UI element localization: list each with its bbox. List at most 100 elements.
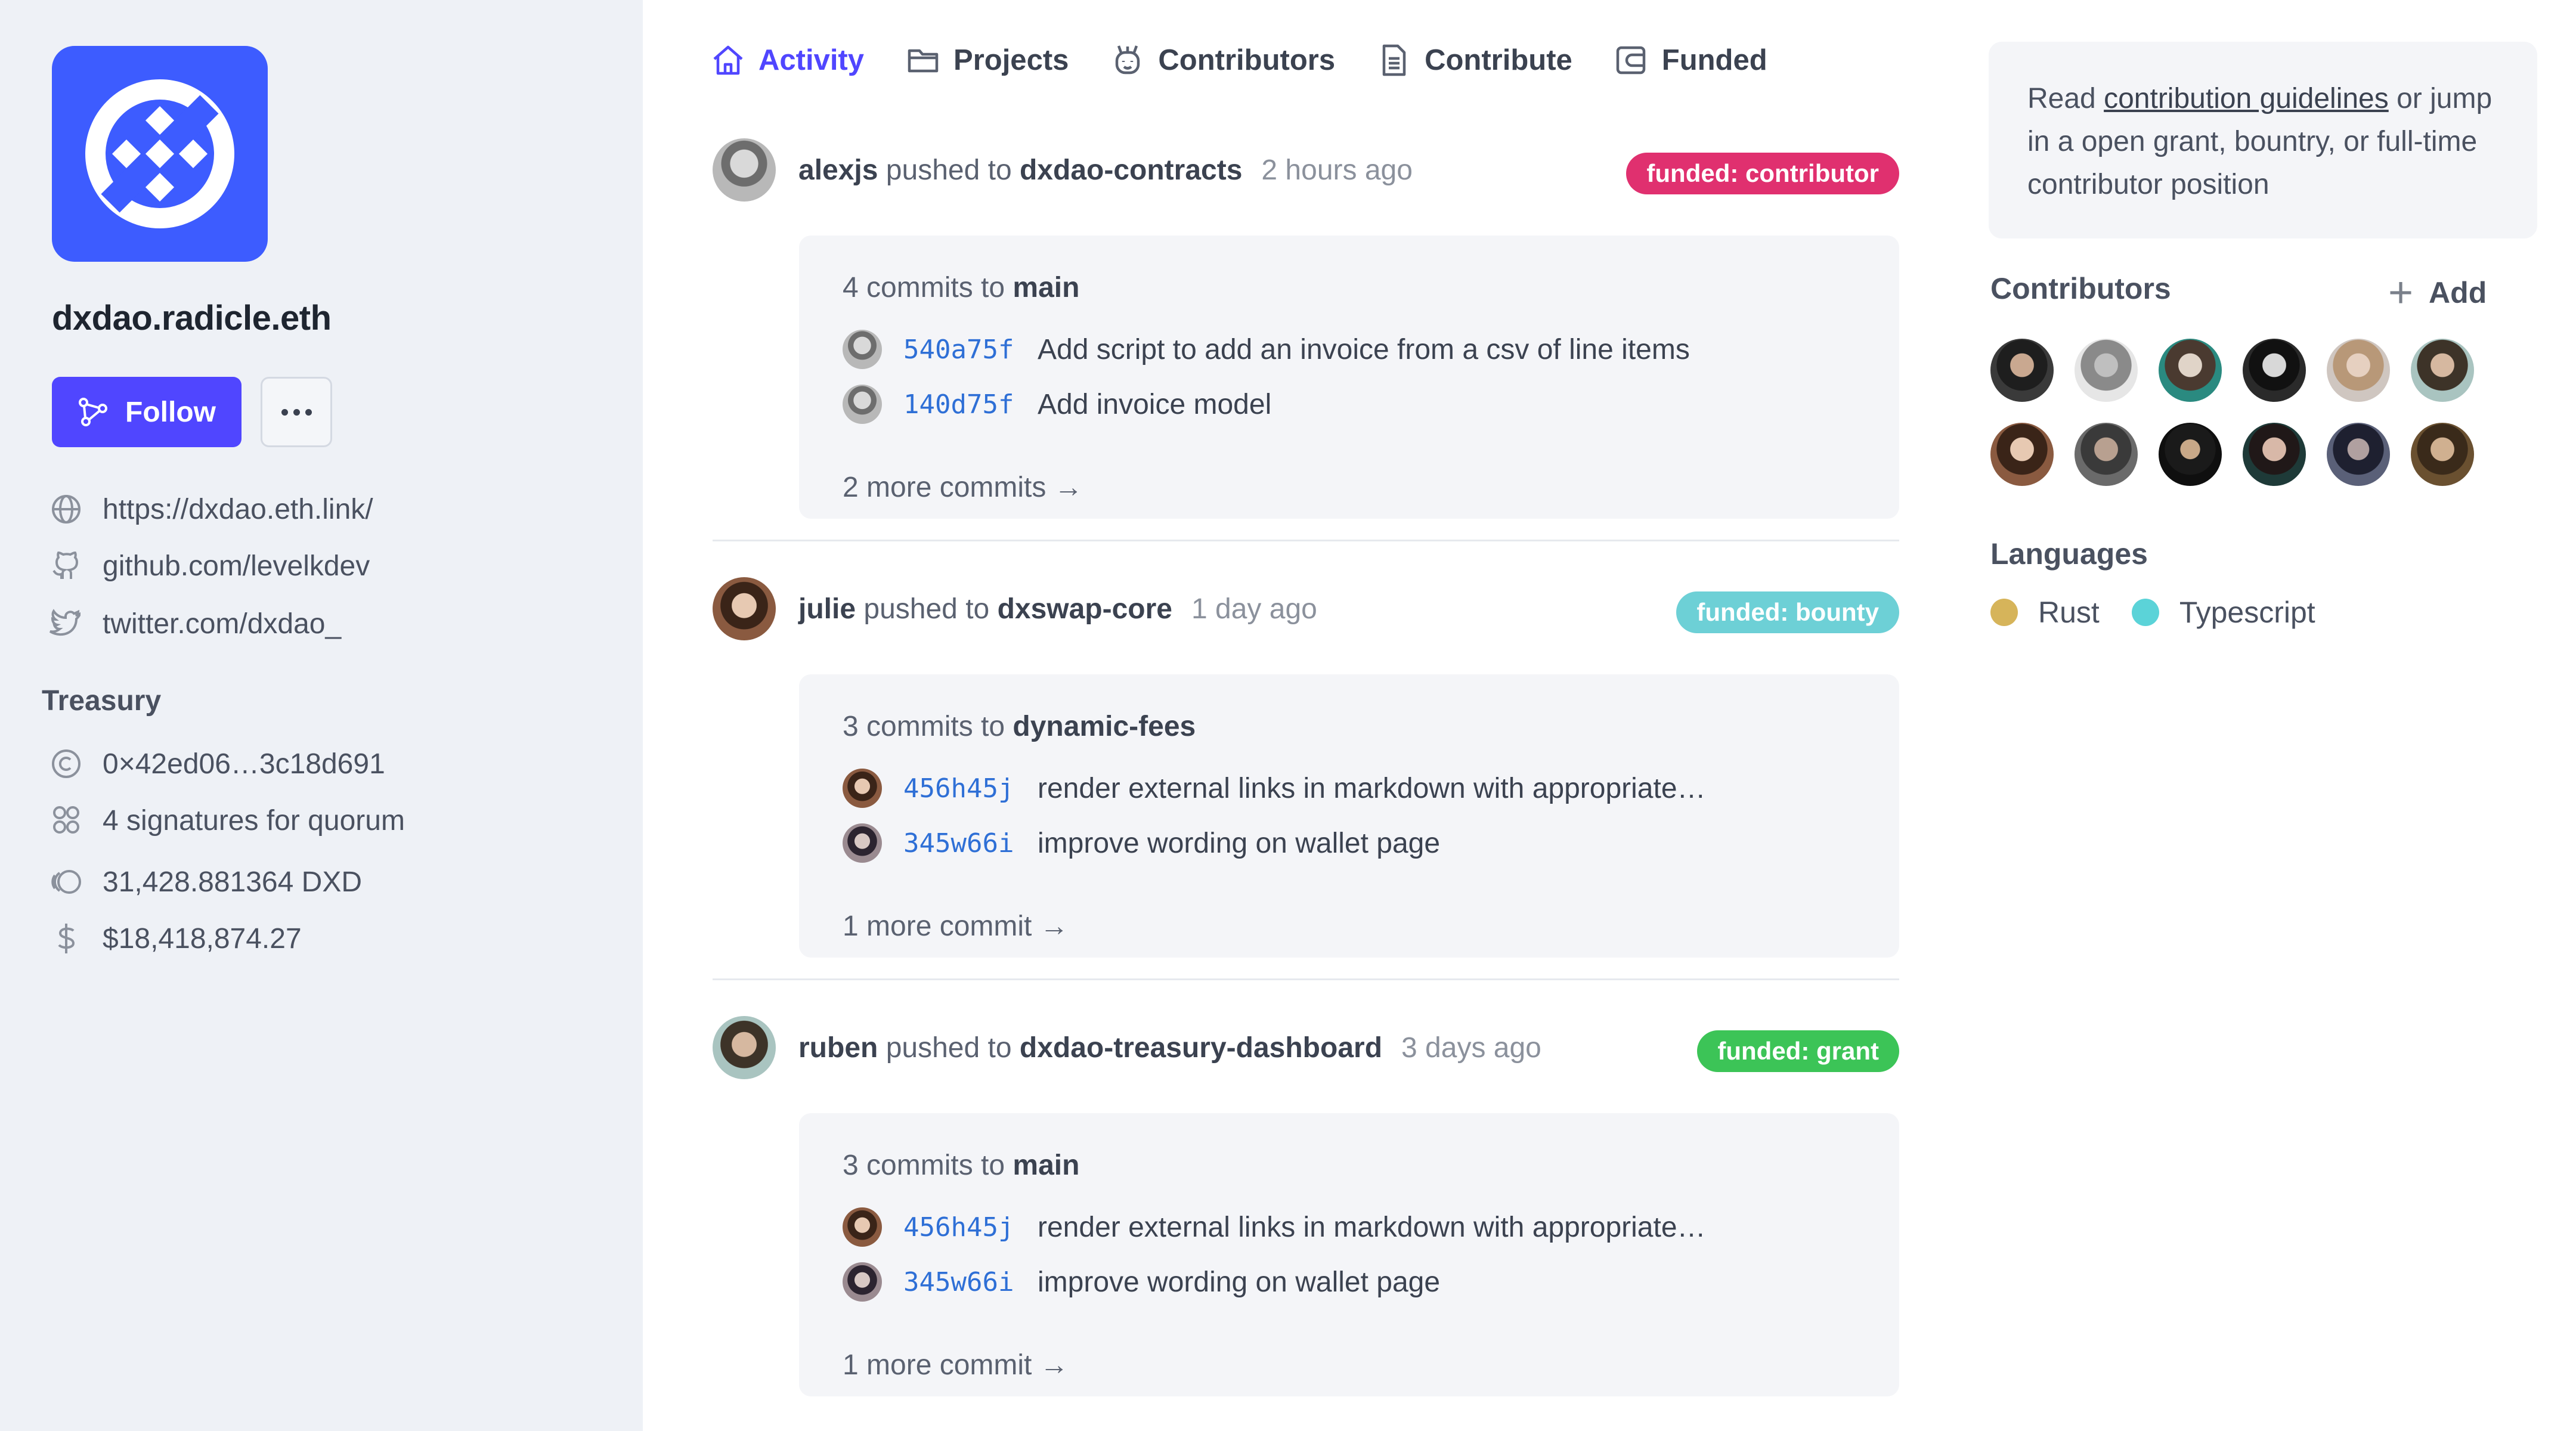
contributor-avatar[interactable] bbox=[2075, 339, 2138, 402]
treasury-address[interactable]: 0×42ed06…3c18d691 bbox=[48, 745, 385, 782]
languages-title: Languages bbox=[1990, 537, 2148, 571]
avatar bbox=[843, 1207, 882, 1247]
coins-icon bbox=[48, 863, 85, 900]
commit-summary: 4 commits to main bbox=[843, 271, 1079, 304]
add-label: Add bbox=[2429, 276, 2487, 309]
contributor-avatar[interactable] bbox=[2075, 423, 2138, 486]
avatar bbox=[843, 1262, 882, 1302]
commit-count: 4 commits to bbox=[843, 272, 1005, 303]
commit-row[interactable]: 345w66i improve wording on wallet page bbox=[843, 823, 1440, 863]
add-contributor-button[interactable]: + Add bbox=[2388, 271, 2487, 314]
commit-row[interactable]: 540a75f Add script to add an invoice fro… bbox=[843, 330, 1690, 369]
avatar[interactable] bbox=[713, 577, 776, 640]
globe-icon bbox=[48, 491, 85, 528]
commit-card: 3 commits to main 456h45j render externa… bbox=[799, 1113, 1899, 1396]
follow-button[interactable]: Follow bbox=[52, 377, 242, 447]
event-repo[interactable]: dxswap-core bbox=[998, 593, 1172, 625]
tab-contributors[interactable]: Contributors bbox=[1109, 42, 1335, 79]
avatar[interactable] bbox=[713, 1016, 776, 1079]
commit-card: 3 commits to dynamic-fees 456h45j render… bbox=[799, 674, 1899, 958]
tab-label: Contribute bbox=[1425, 44, 1572, 76]
signatures-icon bbox=[48, 802, 85, 839]
contributor-avatar[interactable] bbox=[1990, 423, 2054, 486]
languages-list: Rust Typescript bbox=[1990, 595, 2315, 630]
commit-sha[interactable]: 456h45j bbox=[903, 1212, 1038, 1243]
event-user[interactable]: ruben bbox=[798, 1032, 878, 1064]
commit-row[interactable]: 345w66i improve wording on wallet page bbox=[843, 1262, 1440, 1302]
avatar bbox=[843, 330, 882, 369]
event-summary: alexjs pushed to dxdao-contracts bbox=[798, 154, 1242, 187]
commit-summary: 3 commits to dynamic-fees bbox=[843, 710, 1196, 743]
more-commits-link[interactable]: 2 more commits → bbox=[843, 471, 1083, 504]
divider bbox=[713, 978, 1899, 980]
branch-name[interactable]: main bbox=[1013, 1150, 1079, 1181]
org-name: dxdao.radicle.eth bbox=[52, 299, 332, 337]
event-header: ruben pushed to dxdao-treasury-dashboard… bbox=[713, 1015, 1899, 1080]
tab-contribute[interactable]: Contribute bbox=[1376, 42, 1572, 79]
contributor-avatar[interactable] bbox=[2243, 339, 2306, 402]
contributors-grid bbox=[1990, 339, 2503, 486]
activity-event: julie pushed to dxswap-core 1 day ago fu… bbox=[713, 576, 1899, 958]
avatar[interactable] bbox=[713, 138, 776, 202]
dot bbox=[293, 408, 300, 416]
commit-message: improve wording on wallet page bbox=[1038, 827, 1441, 859]
event-user[interactable]: alexjs bbox=[798, 154, 878, 186]
event-action: pushed to bbox=[886, 154, 1012, 186]
event-user[interactable]: julie bbox=[798, 593, 856, 625]
commit-sha[interactable]: 345w66i bbox=[903, 828, 1038, 859]
more-commits-link[interactable]: 1 more commit → bbox=[843, 1349, 1069, 1382]
network-icon bbox=[78, 397, 109, 428]
commit-count: 3 commits to bbox=[843, 1150, 1005, 1181]
treasury-quorum: 4 signatures for quorum bbox=[48, 802, 405, 839]
branch-name[interactable]: dynamic-fees bbox=[1013, 711, 1196, 742]
github-link[interactable]: github.com/levelkdev bbox=[48, 547, 370, 584]
commit-sha[interactable]: 540a75f bbox=[903, 334, 1038, 365]
contributor-avatar[interactable] bbox=[2411, 339, 2474, 402]
treasury-token-balance: 31,428.881364 DXD bbox=[48, 863, 362, 900]
contribution-guidelines-link[interactable]: contribution guidelines bbox=[2104, 83, 2389, 114]
event-time: 1 day ago bbox=[1191, 593, 1317, 625]
tab-projects[interactable]: Projects bbox=[905, 42, 1069, 79]
avatar bbox=[843, 823, 882, 863]
tab-label: Funded bbox=[1661, 44, 1767, 76]
commit-sha[interactable]: 140d75f bbox=[903, 389, 1038, 420]
commit-sha[interactable]: 456h45j bbox=[903, 773, 1038, 804]
contributor-avatar[interactable] bbox=[2327, 339, 2390, 402]
commit-sha[interactable]: 345w66i bbox=[903, 1267, 1038, 1297]
copyright-icon bbox=[48, 745, 85, 782]
event-header: julie pushed to dxswap-core 1 day ago fu… bbox=[713, 576, 1899, 642]
website-link[interactable]: https://dxdao.eth.link/ bbox=[48, 491, 373, 528]
commit-row[interactable]: 456h45j render external links in markdow… bbox=[843, 1207, 1706, 1247]
tab-bar: Activity Projects Contributors Contribut… bbox=[710, 42, 1808, 79]
avatar bbox=[843, 769, 882, 808]
twitter-link[interactable]: twitter.com/dxdao_ bbox=[48, 605, 341, 642]
event-action: pushed to bbox=[863, 593, 990, 625]
event-action: pushed to bbox=[886, 1032, 1012, 1064]
contributor-avatar[interactable] bbox=[2159, 339, 2222, 402]
language-name: Rust bbox=[2038, 596, 2100, 629]
more-options-button[interactable] bbox=[261, 377, 332, 447]
org-logo bbox=[52, 46, 268, 262]
event-repo[interactable]: dxdao-contracts bbox=[1020, 154, 1242, 186]
twitter-text: twitter.com/dxdao_ bbox=[103, 608, 342, 640]
tab-funded[interactable]: Funded bbox=[1613, 42, 1767, 79]
commit-row[interactable]: 456h45j render external links in markdow… bbox=[843, 769, 1706, 808]
branch-name[interactable]: main bbox=[1013, 272, 1079, 303]
contributor-avatar[interactable] bbox=[2411, 423, 2474, 486]
commit-count: 3 commits to bbox=[843, 711, 1005, 742]
token-balance-text: 31,428.881364 DXD bbox=[103, 866, 362, 898]
language-name: Typescript bbox=[2179, 596, 2315, 629]
commit-row[interactable]: 140d75f Add invoice model bbox=[843, 385, 1271, 424]
event-repo[interactable]: dxdao-treasury-dashboard bbox=[1020, 1032, 1382, 1064]
github-icon bbox=[48, 547, 85, 584]
activity-event: alexjs pushed to dxdao-contracts 2 hours… bbox=[713, 137, 1899, 519]
contributor-avatar[interactable] bbox=[2243, 423, 2306, 486]
more-commits-link[interactable]: 1 more commit → bbox=[843, 910, 1069, 943]
tab-label: Contributors bbox=[1158, 44, 1336, 76]
commit-message: render external links in markdown with a… bbox=[1038, 1211, 1706, 1243]
contributor-avatar[interactable] bbox=[1990, 339, 2054, 402]
contribution-guide-box: Read contribution guidelines or jump in … bbox=[1989, 42, 2537, 238]
contributor-avatar[interactable] bbox=[2159, 423, 2222, 486]
tab-activity[interactable]: Activity bbox=[710, 42, 864, 79]
contributor-avatar[interactable] bbox=[2327, 423, 2390, 486]
